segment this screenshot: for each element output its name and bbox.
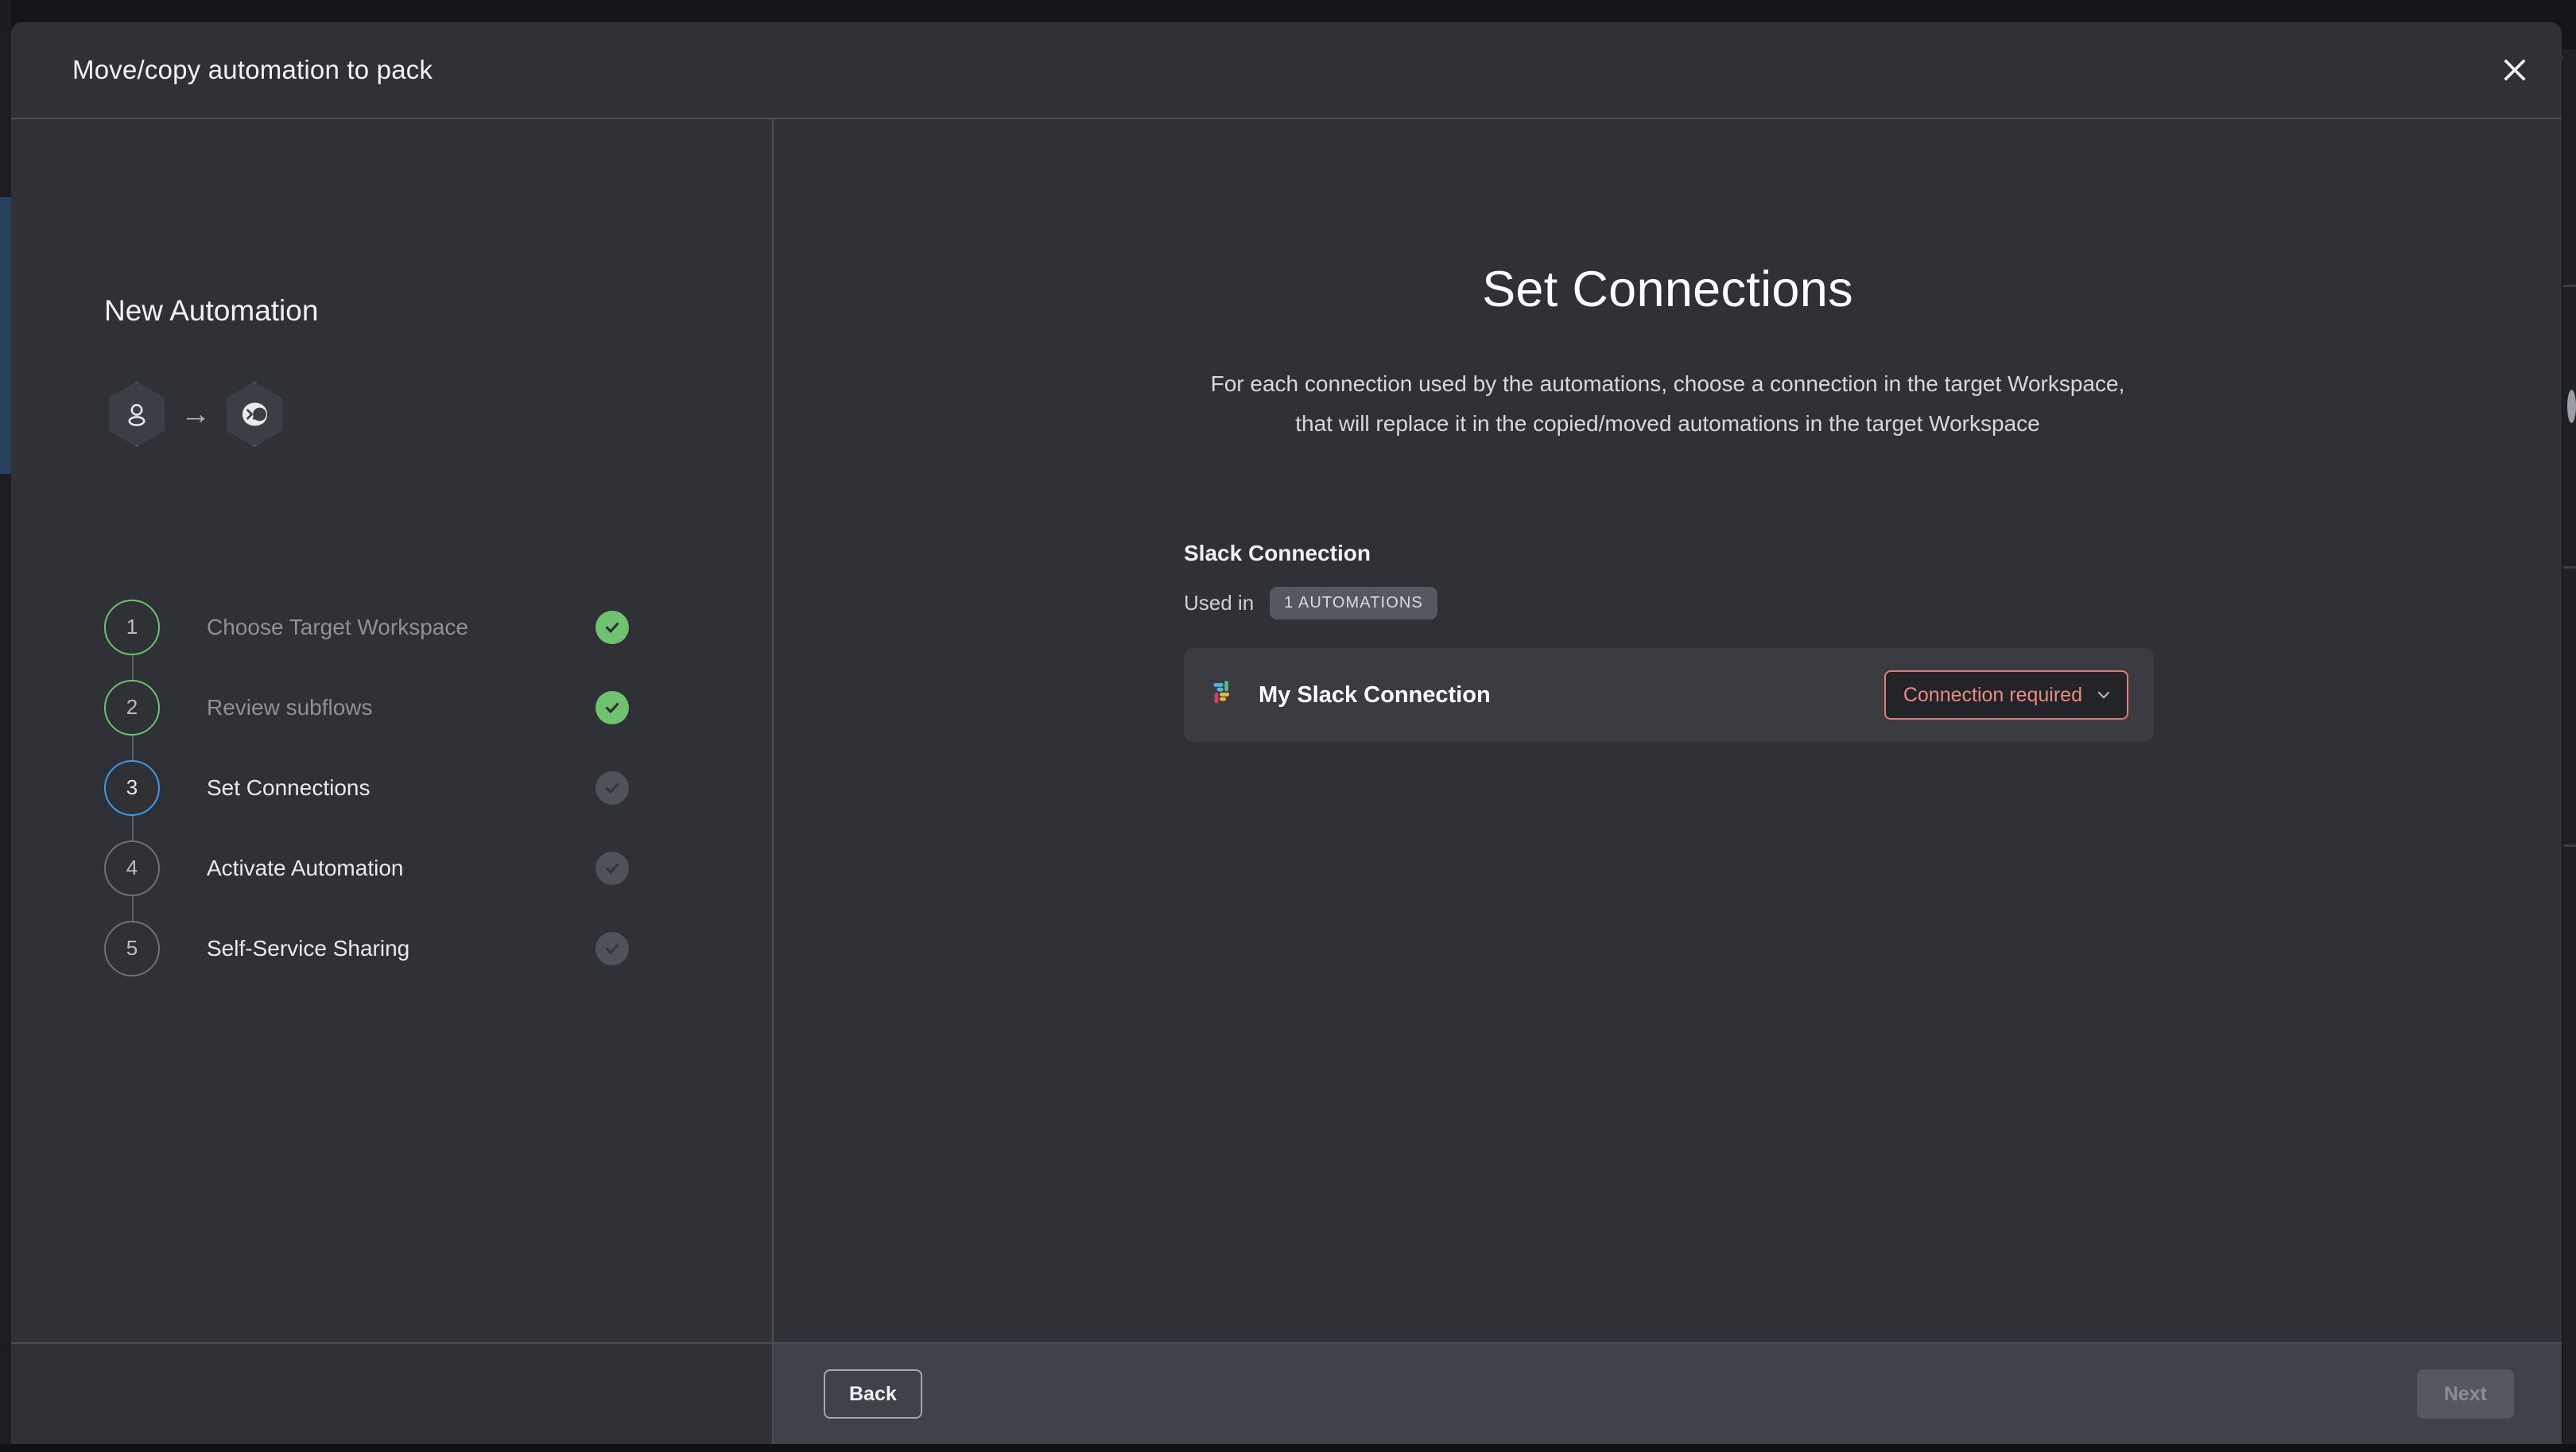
target-avatar [222, 382, 287, 447]
check-icon [605, 943, 619, 954]
flow-avatars: → [104, 382, 287, 447]
sidebar-step-4[interactable]: 4 Activate Automation [104, 828, 661, 948]
chevron-down-icon [2097, 691, 2110, 699]
step-status-badge [596, 851, 629, 885]
step-status-badge [596, 771, 629, 805]
step-number-bubble: 5 [104, 920, 160, 976]
background-scroll-knob [2567, 390, 2576, 423]
flow-arrow-icon: → [180, 398, 211, 431]
automations-count-badge: 1 AUTOMATIONS [1270, 587, 1437, 619]
sidebar-step-3[interactable]: 3 Set Connections [104, 747, 661, 868]
page-title: Set Connections [1482, 262, 1853, 317]
background-right-divider [2563, 844, 2576, 847]
step-label: Activate Automation [207, 855, 404, 880]
check-icon [605, 702, 619, 713]
sidebar-heading: New Automation [104, 294, 319, 327]
slack-icon [1206, 677, 1238, 713]
connection-select-value: Connection required [1903, 683, 2082, 706]
background-right-divider [2563, 566, 2576, 569]
check-icon [605, 622, 619, 633]
move-copy-automation-modal: Move/copy automation to pack New Automat… [11, 22, 2562, 1444]
sidebar-step-5[interactable]: 5 Self-Service Sharing [104, 908, 661, 988]
step-number-bubble: 4 [104, 840, 160, 896]
connection-card: My Slack Connection Connection required [1184, 648, 2154, 742]
step-label: Review subflows [207, 694, 373, 720]
step-status-badge [596, 690, 629, 724]
step-label: Set Connections [207, 775, 370, 800]
connection-group: Slack Connection Used in 1 AUTOMATIONS M… [1184, 541, 2158, 742]
source-avatar [104, 382, 169, 447]
step-status-badge [596, 610, 629, 644]
page-description: For each connection used by the automati… [1183, 364, 2153, 444]
sidebar-step-2[interactable]: 2 Review subflows [104, 667, 661, 787]
connection-select-dropdown[interactable]: Connection required [1884, 670, 2128, 720]
connection-group-title: Slack Connection [1184, 541, 1371, 565]
step-number-bubble: 3 [104, 759, 160, 816]
modal-header: Move/copy automation to pack [11, 22, 2562, 119]
wizard-main-pane: Set Connections For each connection used… [774, 119, 2562, 1342]
connection-name: My Slack Connection [1259, 681, 1491, 708]
background-right-divider [2563, 285, 2576, 287]
check-icon [605, 782, 619, 794]
sidebar-step-1[interactable]: 1 Choose Target Workspace [104, 587, 661, 707]
wizard-step-list: 1 Choose Target Workspace 2 Review subfl… [104, 587, 661, 988]
step-status-badge [596, 931, 629, 965]
footer-left-gutter [11, 1344, 774, 1444]
close-icon [2504, 59, 2526, 81]
modal-title: Move/copy automation to pack [72, 55, 433, 84]
step-label: Self-Service Sharing [207, 935, 410, 961]
background-left-rail-accent [0, 197, 11, 474]
step-number-bubble: 2 [104, 679, 160, 736]
background-bottom-bar [0, 1444, 2576, 1452]
back-button[interactable]: Back [824, 1369, 922, 1419]
terminal-bot-icon [242, 402, 267, 426]
page-description-line-1: For each connection used by the automati… [1210, 371, 2125, 396]
connection-usage-row: Used in 1 AUTOMATIONS [1184, 587, 2158, 619]
connection-usage-label: Used in [1184, 591, 1255, 615]
modal-body: New Automation → 1 Choose Target Workspa… [11, 119, 2562, 1342]
close-button[interactable] [2490, 45, 2539, 95]
user-avatar-icon [128, 404, 145, 426]
background-right-column [2563, 49, 2576, 1452]
wizard-sidebar: New Automation → 1 Choose Target Workspa… [11, 119, 774, 1342]
step-number-bubble: 1 [104, 599, 160, 655]
next-button[interactable]: Next [2416, 1369, 2514, 1419]
modal-footer: Back Next [11, 1342, 2562, 1444]
step-label: Choose Target Workspace [207, 614, 468, 639]
check-icon [605, 863, 619, 874]
page-description-line-2: that will replace it in the copied/moved… [1295, 411, 2040, 436]
